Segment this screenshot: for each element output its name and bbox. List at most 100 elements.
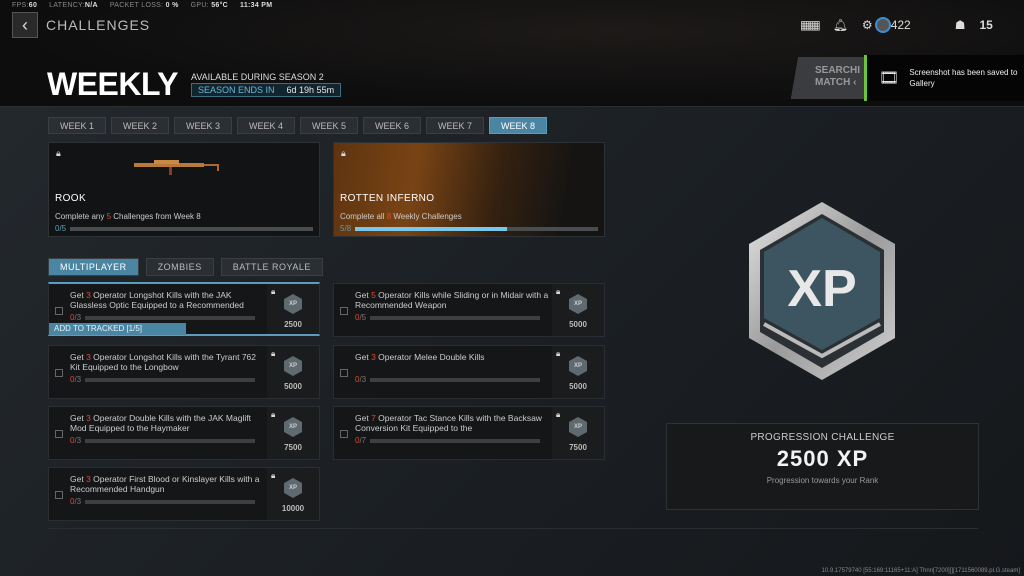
tab-mode-battle-royale[interactable]: BATTLE ROYALE [220,258,323,276]
challenge-progress-bar [85,377,255,382]
currency-count: 422 [890,18,911,32]
tab-week-5[interactable]: WEEK 5 [300,117,358,134]
add-to-tracked-button[interactable]: ADD TO TRACKED [1/5] [49,323,186,335]
challenge-description: Get 5 Operator Kills while Sliding or in… [355,290,550,310]
reward-progress-text: 0/5 [55,224,67,233]
gpu-label: GPU: [190,2,209,9]
desc-text: Operator Kills while Sliding or in Midai… [355,290,549,310]
tab-week-1[interactable]: WEEK 1 [48,117,106,134]
xp-reward: 🔒︎ XP 5000 [267,346,319,398]
fps-value: 60 [28,2,38,9]
challenge-card[interactable]: Get 3 Operator Melee Double Kills 0/3 🔒︎… [333,345,605,399]
tab-week-7[interactable]: WEEK 7 [426,117,484,134]
challenge-progress-bar [85,499,255,504]
reward-card[interactable]: 🔒︎ ROOK Complete any 5 Challenges from W… [48,142,320,237]
tab-week-6[interactable]: WEEK 6 [363,117,421,134]
challenge-card[interactable]: Get 3 Operator Longshot Kills with the J… [48,282,320,336]
challenge-card[interactable]: Get 3 Operator Double Kills with the JAK… [48,406,320,460]
search-line2: MATCH ‹ [815,77,857,88]
tab-week-3[interactable]: WEEK 3 [174,117,232,134]
reward-card[interactable]: 🔒︎ ROTTEN INFERNO Complete all 8 Weekly … [333,142,605,237]
gear-icon[interactable]: ⚙ [862,18,873,32]
challenge-description: Get 3 Operator Longshot Kills with the T… [70,352,265,372]
desc-text: Get [70,413,87,423]
xp-token-icon: XP [284,478,302,498]
divider [48,528,978,529]
searching-match-indicator[interactable]: SEARCHI MATCH ‹ [790,57,864,99]
track-checkbox[interactable] [55,430,63,438]
challenge-description: Get 3 Operator First Blood or Kinslayer … [70,474,265,494]
build-info: 10.9.17579740 [55:169:11165+11:A] Thnn[7… [821,568,1020,574]
progress-total: /3 [74,313,82,322]
desc-text: Get [355,290,372,300]
party-icon[interactable]: ☗ [955,18,966,32]
fps-label: FPS: [12,2,29,9]
xp-token-icon: XP [569,417,587,437]
lock-icon: 🔒︎ [271,349,276,358]
reward-progress-text: 5/8 [340,224,352,233]
lock-icon: 🔒︎ [271,287,276,296]
desc-text: Operator Melee Double Kills [375,352,485,362]
xp-token-icon: XP [284,294,302,314]
track-checkbox[interactable] [340,307,348,315]
challenge-card[interactable]: Get 7 Operator Tac Stance Kills with the… [333,406,605,460]
track-checkbox[interactable] [55,491,63,499]
weapon-preview [134,160,219,175]
reward-description: Complete any 5 Challenges from Week 8 [55,212,201,221]
challenge-progress-bar [370,315,540,320]
desc-text: Get [355,413,372,423]
challenge-card[interactable]: Get 3 Operator First Blood or Kinslayer … [48,467,320,521]
challenge-progress-bar [85,438,255,443]
back-button[interactable]: ‹ [12,12,38,38]
search-line1: SEARCHI [815,65,861,76]
bell-icon[interactable]: 🔔︎ [833,18,848,32]
progression-panel: PROGRESSION CHALLENGE 2500 XP Progressio… [666,423,979,510]
tab-week-8[interactable]: WEEK 8 [489,117,547,134]
track-checkbox[interactable] [340,430,348,438]
xp-token-text: XP [288,301,297,307]
tab-mode-zombies[interactable]: ZOMBIES [145,258,214,276]
gpu-value: 56°C [211,2,229,9]
xp-token-text: XP [573,424,582,430]
tab-week-4[interactable]: WEEK 4 [237,117,295,134]
progression-xp-value: 2500 XP [776,446,869,471]
challenge-progress-bar [370,438,540,443]
performance-overlay: FPS:60 LATENCY:N/A PACKET LOSS: 0 % GPU:… [12,2,272,9]
desc-text: Get [355,352,372,362]
challenge-card[interactable]: Get 3 Operator Longshot Kills with the T… [48,345,320,399]
challenge-description: Get 3 Operator Longshot Kills with the J… [70,290,265,310]
challenge-description: Get 7 Operator Tac Stance Kills with the… [355,413,550,433]
track-checkbox[interactable] [55,307,63,315]
xp-amount: 5000 [569,320,587,329]
desc-text: Operator Double Kills with the JAK Magli… [70,413,251,433]
notification-text: Screenshot has been saved to Gallery [909,68,1018,88]
challenge-progress-bar [85,315,255,320]
progress-total: /3 [74,436,82,445]
tab-week-2[interactable]: WEEK 2 [111,117,169,134]
desc-text: Challenges from Week 8 [111,212,201,221]
reward-progress-bar [355,226,598,231]
challenge-card[interactable]: Get 5 Operator Kills while Sliding or in… [333,283,605,337]
xp-amount: 10000 [281,504,305,513]
xp-token-text: XP [288,485,297,491]
track-checkbox[interactable] [55,369,63,377]
xp-token-text: XP [288,363,297,369]
currency-icon[interactable] [874,17,891,33]
tab-mode-multiplayer[interactable]: MULTIPLAYER [48,258,139,276]
camo-preview [334,143,604,236]
xp-reward: 🔒︎ XP 5000 [552,284,604,336]
season-ends-label: SEASON ENDS IN [198,85,275,95]
social-grid-icon[interactable]: ▦▦ [800,18,821,32]
reward-description: Complete all 8 Weekly Challenges [340,212,462,221]
xp-reward: 🔒︎ XP 7500 [267,407,319,459]
xp-amount: 2500 [284,320,302,329]
season-timer: SEASON ENDS IN 6d 19h 55m [191,83,342,97]
reward-name: ROOK [55,193,87,204]
desc-text: Operator Tac Stance Kills with the Backs… [355,413,542,433]
latency-value: N/A [84,2,98,9]
track-checkbox[interactable] [340,369,348,377]
lock-icon: 🔒︎ [341,148,346,158]
progression-subtitle: Progression towards your Rank [766,476,879,485]
xp-reward: 🔒︎ XP 7500 [552,407,604,459]
lock-icon: 🔒︎ [56,148,61,158]
